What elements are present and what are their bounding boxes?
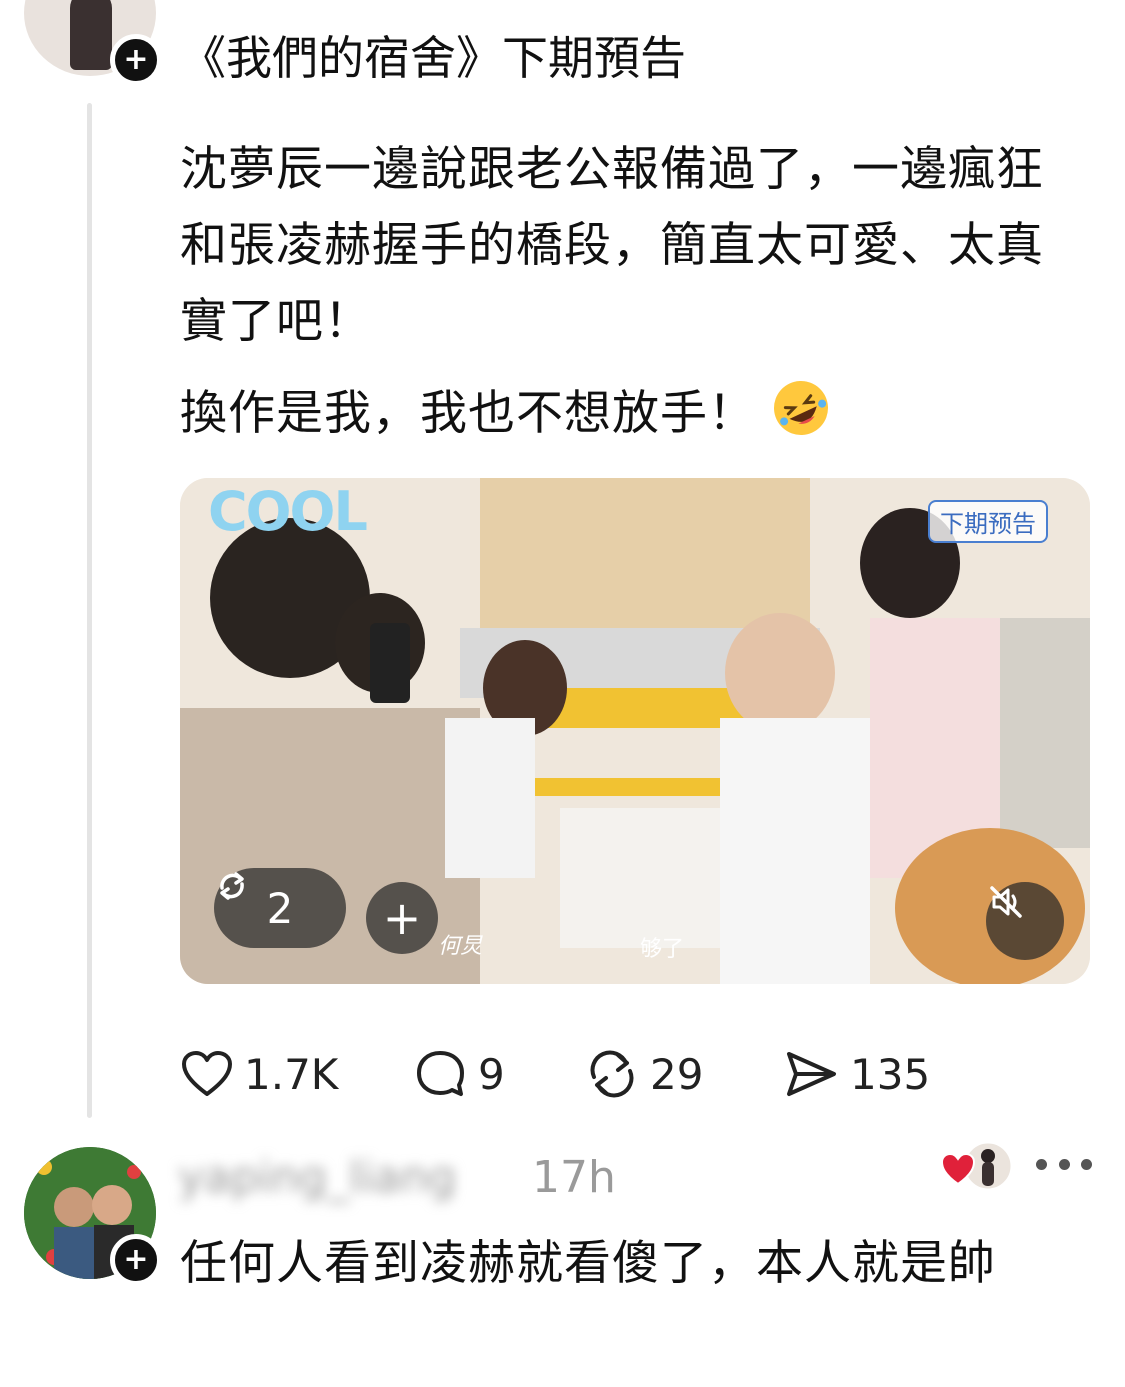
post-title: 《我們的宿舍》下期預告	[180, 31, 686, 85]
carousel-count: 2	[266, 883, 294, 933]
post-paragraph-2: 換作是我，我也不想放手！	[180, 376, 1090, 452]
heart-icon	[182, 1051, 232, 1096]
subtitle-speaker: 何炅	[438, 934, 483, 959]
share-button[interactable]: 135	[784, 1049, 930, 1099]
carousel-indicator[interactable]: 2	[214, 868, 346, 948]
speaker-muted-icon	[990, 886, 1022, 918]
share-count: 135	[850, 1049, 931, 1099]
repost-icon	[220, 872, 244, 900]
post-video[interactable]: COOL 下期预告 何炅 够了 2 +	[180, 478, 1090, 984]
mute-toggle-button[interactable]	[986, 882, 1064, 960]
repost-icon	[590, 1050, 634, 1098]
cool-sticker: COOL	[208, 480, 368, 543]
reply-count: 9	[478, 1049, 505, 1099]
repost-count: 29	[650, 1049, 704, 1099]
reply-button[interactable]: 9	[414, 1049, 584, 1099]
repost-button[interactable]: 29	[584, 1049, 784, 1099]
reply-timestamp: 17h	[532, 1152, 616, 1203]
like-button[interactable]: 1.7K	[180, 1049, 414, 1099]
like-count: 1.7K	[244, 1049, 339, 1099]
reply-text: 任何人看到凌赫就看傻了，本人就是帥	[180, 1236, 996, 1291]
thread-line	[87, 103, 92, 1118]
post-paragraph-1: 沈夢辰一邊說跟老公報備過了，一邊瘋狂和張凌赫握手的橋段，簡直太可愛、太真實了吧！	[180, 142, 1044, 349]
follow-button[interactable]: +	[110, 34, 162, 86]
reply-follow-button[interactable]: +	[110, 1234, 162, 1286]
more-options-icon[interactable]	[1036, 1144, 1092, 1184]
next-episode-tag: 下期预告	[928, 500, 1048, 543]
rolling-on-floor-laughing-emoji-icon	[774, 381, 828, 435]
subtitle-text: 够了	[640, 937, 685, 962]
media-add-button[interactable]: +	[366, 882, 438, 954]
reply-username[interactable]: yaping_liang	[178, 1150, 456, 1206]
post-body: 沈夢辰一邊說跟老公報備過了，一邊瘋狂和張凌赫握手的橋段，簡直太可愛、太真實了吧！…	[180, 132, 1090, 452]
comment-icon	[417, 1051, 464, 1096]
liked-by-author-icon	[940, 1140, 1014, 1192]
send-icon	[787, 1052, 836, 1096]
post-actions: 1.7K 9 29 135	[180, 1042, 930, 1106]
